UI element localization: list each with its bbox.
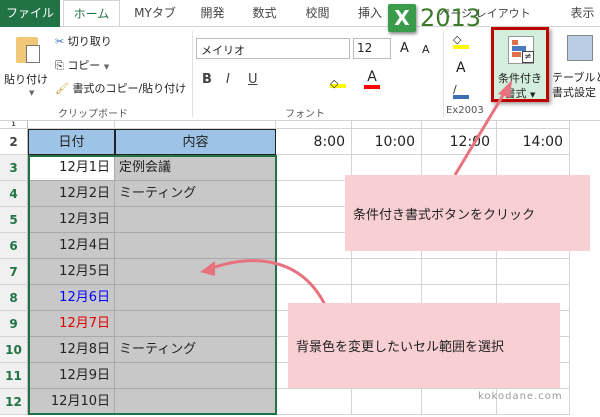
arrow-to-conditional-format <box>453 91 507 176</box>
callout-click-conditional-format: 条件付き書式ボタンをクリック <box>345 175 590 251</box>
arrow-to-selection <box>211 259 327 306</box>
callout-select-range: 背景色を変更したいセル範囲を選択 <box>288 303 560 388</box>
arrowhead <box>498 80 512 98</box>
arrowhead <box>200 261 215 276</box>
watermark: kokodane.com <box>478 391 563 402</box>
